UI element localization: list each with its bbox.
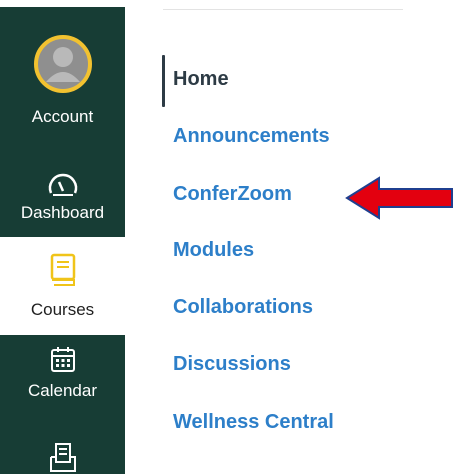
- active-indicator: [162, 55, 165, 107]
- course-nav-home[interactable]: Home: [173, 68, 229, 91]
- course-nav-collaborations[interactable]: Collaborations: [173, 296, 313, 319]
- course-nav-conferzoom[interactable]: ConferZoom: [173, 183, 292, 206]
- courses-label: Courses: [30, 300, 95, 319]
- global-nav-courses[interactable]: Courses: [0, 237, 125, 335]
- global-nav-dashboard[interactable]: Dashboard: [0, 141, 125, 237]
- divider: [163, 9, 403, 10]
- dashboard-label: Dashboard: [20, 203, 105, 222]
- course-nav-discussions[interactable]: Discussions: [173, 353, 291, 376]
- global-nav-account[interactable]: Account: [0, 7, 125, 141]
- calendar-icon: [50, 347, 75, 372]
- global-nav: Account Dashboard Courses Calendar: [0, 7, 125, 474]
- global-nav-calendar[interactable]: Calendar: [0, 335, 125, 425]
- course-nav-modules[interactable]: Modules: [173, 239, 254, 262]
- inbox-icon: [49, 443, 76, 472]
- book-icon: [50, 253, 75, 286]
- course-nav-wellness-central[interactable]: Wellness Central: [173, 411, 334, 434]
- account-label: Account: [31, 107, 94, 126]
- annotation-arrow-icon: [345, 176, 453, 220]
- course-nav-announcements[interactable]: Announcements: [173, 125, 330, 148]
- global-nav-inbox[interactable]: [0, 425, 125, 474]
- speedometer-icon: [48, 173, 77, 196]
- avatar-icon: [33, 35, 92, 93]
- calendar-label: Calendar: [28, 381, 97, 400]
